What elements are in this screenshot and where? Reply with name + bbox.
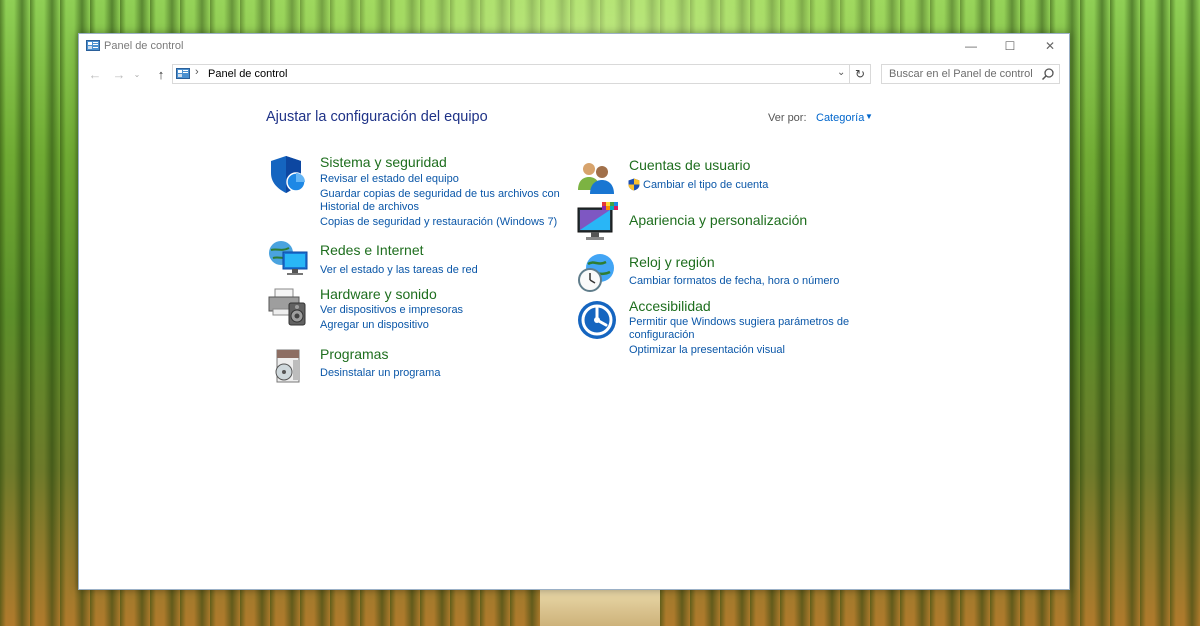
category-programs[interactable]: Programas bbox=[320, 346, 388, 362]
category-appearance-personalization[interactable]: Apariencia y personalización bbox=[629, 212, 807, 228]
link-add-device[interactable]: Agregar un dispositivo bbox=[320, 319, 429, 331]
category-accessibility[interactable]: Accesibilidad bbox=[629, 298, 711, 314]
control-panel-icon bbox=[86, 40, 100, 51]
category-network-internet[interactable]: Redes e Internet bbox=[320, 242, 424, 258]
link-change-account-type[interactable]: Cambiar el tipo de cuenta bbox=[643, 179, 768, 191]
link-windows-suggest-settings[interactable]: Permitir que Windows sugiera parámetros … bbox=[629, 316, 849, 328]
desktop-background-path bbox=[540, 590, 660, 626]
link-change-date-formats[interactable]: Cambiar formatos de fecha, hora o número bbox=[629, 275, 839, 287]
view-by-label: Ver por: bbox=[768, 112, 807, 124]
back-arrow-icon[interactable]: ← bbox=[86, 66, 104, 84]
link-windows-suggest-settings-cont[interactable]: configuración bbox=[629, 329, 694, 341]
up-arrow-icon[interactable]: ↑ bbox=[152, 66, 170, 84]
category-user-accounts[interactable]: Cuentas de usuario bbox=[629, 157, 750, 173]
link-file-history-backup-cont[interactable]: Historial de archivos bbox=[320, 201, 419, 213]
page-title: Ajustar la configuración del equipo bbox=[266, 109, 488, 125]
close-button[interactable]: ✕ bbox=[1030, 34, 1070, 58]
accessibility-icon[interactable] bbox=[576, 299, 618, 341]
title-bar[interactable]: Panel de control — ☐ ✕ bbox=[79, 34, 1069, 60]
search-placeholder: Buscar en el Panel de control bbox=[889, 68, 1033, 80]
search-input[interactable]: Buscar en el Panel de control bbox=[881, 64, 1060, 84]
link-uninstall-program[interactable]: Desinstalar un programa bbox=[320, 367, 440, 379]
uac-shield-icon bbox=[628, 178, 640, 191]
network-globe-icon[interactable] bbox=[267, 238, 309, 280]
link-review-computer-status[interactable]: Revisar el estado del equipo bbox=[320, 173, 459, 185]
shield-icon[interactable] bbox=[267, 154, 309, 196]
maximize-button[interactable]: ☐ bbox=[990, 34, 1030, 58]
refresh-icon[interactable]: ↻ bbox=[849, 65, 870, 83]
view-by-chevron-icon[interactable]: ▼ bbox=[865, 112, 873, 121]
forward-arrow-icon[interactable]: → bbox=[110, 66, 128, 84]
link-devices-printers[interactable]: Ver dispositivos e impresoras bbox=[320, 304, 463, 316]
address-dropdown-chevron-icon[interactable]: ⌄ bbox=[837, 67, 845, 78]
address-bar[interactable]: › Panel de control ⌄ ↻ bbox=[172, 64, 871, 84]
control-panel-window: Panel de control — ☐ ✕ ← → ⌄ ↑ › Panel d… bbox=[78, 33, 1070, 590]
printer-speaker-icon[interactable] bbox=[267, 285, 309, 327]
search-icon[interactable] bbox=[1041, 67, 1055, 81]
recent-locations-chevron-icon[interactable]: ⌄ bbox=[132, 66, 142, 84]
category-hardware-sound[interactable]: Hardware y sonido bbox=[320, 286, 437, 302]
view-by-dropdown[interactable]: Categoría bbox=[816, 112, 864, 124]
breadcrumb-control-panel[interactable]: Panel de control bbox=[208, 68, 288, 80]
control-panel-icon bbox=[176, 68, 190, 79]
link-backup-restore[interactable]: Copias de seguridad y restauración (Wind… bbox=[320, 216, 557, 228]
programs-disc-icon[interactable] bbox=[267, 344, 309, 386]
link-optimize-visual-display[interactable]: Optimizar la presentación visual bbox=[629, 344, 785, 356]
category-clock-region[interactable]: Reloj y región bbox=[629, 254, 715, 270]
breadcrumb-separator[interactable]: › bbox=[195, 66, 199, 78]
link-network-status[interactable]: Ver el estado y las tareas de red bbox=[320, 264, 478, 276]
clock-globe-icon[interactable] bbox=[576, 252, 618, 294]
minimize-button[interactable]: — bbox=[951, 34, 991, 58]
category-system-security[interactable]: Sistema y seguridad bbox=[320, 154, 447, 170]
navigation-bar: ← → ⌄ ↑ › Panel de control ⌄ ↻ Buscar en… bbox=[79, 64, 1069, 86]
monitor-palette-icon[interactable] bbox=[576, 202, 618, 244]
users-icon[interactable] bbox=[576, 158, 618, 200]
window-title: Panel de control bbox=[104, 40, 184, 52]
link-file-history-backup[interactable]: Guardar copias de seguridad de tus archi… bbox=[320, 188, 560, 200]
